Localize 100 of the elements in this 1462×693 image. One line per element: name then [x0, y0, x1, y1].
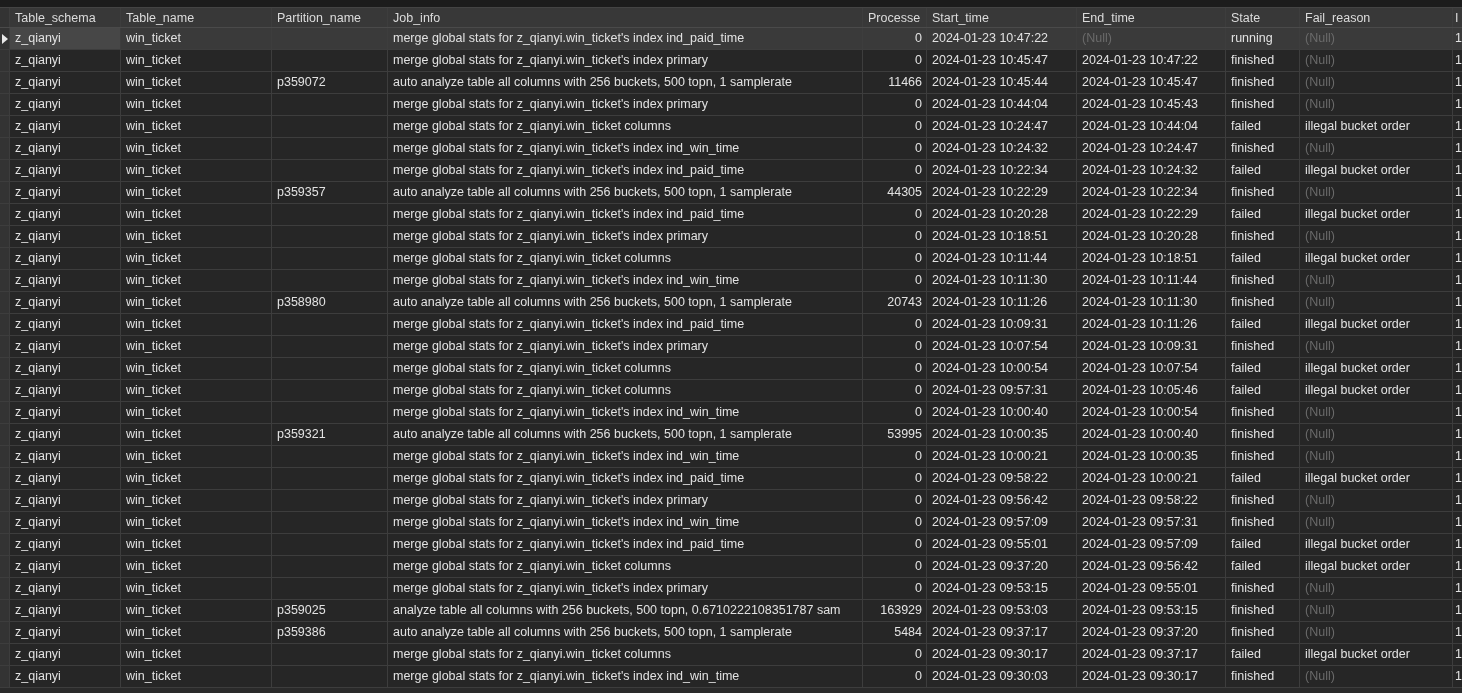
row-header[interactable] — [0, 28, 10, 49]
table-row[interactable]: z_qianyi win_ticket merge global stats for z_qianyi.win_ticket columns 0 2024-01-23 10:24:47 2024-01-23 10:44:04 failed illegal bucket order 1 — [0, 116, 1462, 138]
table-cell: 2024-01-23 09:57:09 — [927, 512, 1077, 533]
table-cell: win_ticket — [121, 116, 272, 137]
table-row[interactable]: z_qianyi win_ticket merge global stats for z_qianyi.win_ticket's index primary 0 2024-01-23 10:45:47 2024-01-23 10:47:22 finished (Null) 1 — [0, 50, 1462, 72]
table-row[interactable]: z_qianyi win_ticket merge global stats for z_qianyi.win_ticket's index ind_win_time 0 2024-01-23 09:30:03 2024-01-23 09:30:17 finished (Null) 1 — [0, 666, 1462, 688]
table-row[interactable]: z_qianyi win_ticket p359072 auto analyze table all columns with 256 buckets, 500 topn, 1 samplerate 11466 2024-01-23 10:45:44 2024-01-23 10:45:47 finished (Null) 1 — [0, 72, 1462, 94]
table-row[interactable]: z_qianyi win_ticket p359321 auto analyze table all columns with 256 buckets, 500 topn, 1 samplerate 53995 2024-01-23 10:00:35 2024-01-23 10:00:40 finished (Null) 1 — [0, 424, 1462, 446]
table-cell: 2024-01-23 10:44:04 — [1077, 116, 1226, 137]
column-header[interactable]: Start_time — [927, 8, 1077, 27]
table-cell: 2024-01-23 10:22:34 — [1077, 182, 1226, 203]
table-cell: 2024-01-23 10:24:32 — [1077, 160, 1226, 181]
column-header[interactable]: Fail_reason — [1300, 8, 1453, 27]
table-cell: finished — [1226, 424, 1300, 445]
table-cell: 0 — [863, 116, 927, 137]
table-row[interactable]: z_qianyi win_ticket merge global stats for z_qianyi.win_ticket's index ind_win_time 0 2024-01-23 09:57:09 2024-01-23 09:57:31 finished (Null) 1 — [0, 512, 1462, 534]
table-cell: 2024-01-23 10:00:35 — [1077, 446, 1226, 467]
table-cell: 0 — [863, 248, 927, 269]
column-header[interactable]: I — [1453, 8, 1459, 27]
table-cell: failed — [1226, 248, 1300, 269]
table-row[interactable]: z_qianyi win_ticket merge global stats for z_qianyi.win_ticket columns 0 2024-01-23 09:30:17 2024-01-23 09:37:17 failed illegal bucket order 1 — [0, 644, 1462, 666]
table-row[interactable]: z_qianyi win_ticket p358980 auto analyze table all columns with 256 buckets, 500 topn, 1 samplerate 20743 2024-01-23 10:11:26 2024-01-23 10:11:30 finished (Null) 1 — [0, 292, 1462, 314]
table-cell: (Null) — [1300, 512, 1453, 533]
table-row[interactable]: z_qianyi win_ticket merge global stats for z_qianyi.win_ticket's index ind_win_time 0 2024-01-23 10:00:21 2024-01-23 10:00:35 finished (Null) 1 — [0, 446, 1462, 468]
table-cell-text: 1 — [1454, 294, 1462, 311]
table-cell: 2024-01-23 10:05:46 — [1077, 380, 1226, 401]
table-row[interactable]: z_qianyi win_ticket merge global stats for z_qianyi.win_ticket's index ind_win_time 0 2024-01-23 10:11:30 2024-01-23 10:11:44 finished (Null) 1 — [0, 270, 1462, 292]
table-cell: 0 — [863, 358, 927, 379]
table-cell: 0 — [863, 490, 927, 511]
table-cell: 2024-01-23 10:11:44 — [927, 248, 1077, 269]
table-cell: z_qianyi — [10, 534, 121, 555]
table-row[interactable]: z_qianyi win_ticket merge global stats for z_qianyi.win_ticket columns 0 2024-01-23 10:11:44 2024-01-23 10:18:51 failed illegal bucket order 1 — [0, 248, 1462, 270]
column-header[interactable]: State — [1226, 8, 1300, 27]
table-cell-text: 1 — [1454, 668, 1462, 685]
table-cell: 0 — [863, 644, 927, 665]
table-cell: 2024-01-23 10:45:44 — [927, 72, 1077, 93]
table-cell: p358980 — [272, 292, 388, 313]
table-cell: win_ticket — [121, 446, 272, 467]
table-cell: finished — [1226, 226, 1300, 247]
table-cell: (Null) — [1300, 578, 1453, 599]
column-header[interactable]: Table_name — [121, 8, 272, 27]
column-header[interactable]: Job_info — [388, 8, 863, 27]
table-cell-text: 1 — [1454, 448, 1462, 465]
table-row[interactable]: z_qianyi win_ticket merge global stats for z_qianyi.win_ticket's index ind_win_time 0 2024-01-23 10:00:40 2024-01-23 10:00:54 finished (Null) 1 — [0, 402, 1462, 424]
table-row[interactable]: z_qianyi win_ticket merge global stats for z_qianyi.win_ticket columns 0 2024-01-23 10:00:54 2024-01-23 10:07:54 failed illegal bucket order 1 — [0, 358, 1462, 380]
table-cell: failed — [1226, 314, 1300, 335]
table-cell: merge global stats for z_qianyi.win_ticket's index ind_paid_time — [388, 314, 863, 335]
table-row[interactable]: z_qianyi win_ticket merge global stats for z_qianyi.win_ticket's index primary 0 2024-01-23 10:07:54 2024-01-23 10:09:31 finished (Null) 1 — [0, 336, 1462, 358]
table-cell: failed — [1226, 534, 1300, 555]
table-cell: finished — [1226, 138, 1300, 159]
table-cell: illegal bucket order — [1300, 160, 1453, 181]
table-row[interactable]: z_qianyi win_ticket merge global stats for z_qianyi.win_ticket columns 0 2024-01-23 09:57:31 2024-01-23 10:05:46 failed illegal bucket order 1 — [0, 380, 1462, 402]
table-cell-text: 1 — [1454, 30, 1462, 47]
table-cell: z_qianyi — [10, 600, 121, 621]
table-row[interactable]: z_qianyi win_ticket merge global stats for z_qianyi.win_ticket's index ind_paid_time 0 2024-01-23 10:22:34 2024-01-23 10:24:32 failed illegal bucket order 1 — [0, 160, 1462, 182]
table-cell: 0 — [863, 666, 927, 687]
table-cell: illegal bucket order — [1300, 248, 1453, 269]
table-row[interactable]: z_qianyi win_ticket merge global stats for z_qianyi.win_ticket's index primary 0 2024-01-23 09:56:42 2024-01-23 09:58:22 finished (Null) 1 — [0, 490, 1462, 512]
table-cell: (Null) — [1300, 622, 1453, 643]
table-cell: finished — [1226, 622, 1300, 643]
table-row[interactable]: z_qianyi win_ticket p359357 auto analyze table all columns with 256 buckets, 500 topn, 1 samplerate 44305 2024-01-23 10:22:29 2024-01-23 10:22:34 finished (Null) 1 — [0, 182, 1462, 204]
table-cell: win_ticket — [121, 94, 272, 115]
table-cell: (Null) — [1300, 336, 1453, 357]
table-cell: 11466 — [863, 72, 927, 93]
table-cell: z_qianyi — [10, 116, 121, 137]
table-row[interactable]: z_qianyi win_ticket merge global stats for z_qianyi.win_ticket's index primary 0 2024-01-23 09:53:15 2024-01-23 09:55:01 finished (Null) 1 — [0, 578, 1462, 600]
table-cell: 0 — [863, 28, 927, 49]
table-cell: merge global stats for z_qianyi.win_ticket's index primary — [388, 50, 863, 71]
table-cell: 2024-01-23 10:11:44 — [1077, 270, 1226, 291]
table-row[interactable]: z_qianyi win_ticket merge global stats for z_qianyi.win_ticket's index primary 0 2024-01-23 10:18:51 2024-01-23 10:20:28 finished (Null) 1 — [0, 226, 1462, 248]
table-row[interactable]: z_qianyi win_ticket merge global stats for z_qianyi.win_ticket's index ind_paid_time 0 2024-01-23 09:55:01 2024-01-23 09:57:09 failed illegal bucket order 1 — [0, 534, 1462, 556]
column-header[interactable]: Table_schema — [10, 8, 121, 27]
table-cell: win_ticket — [121, 336, 272, 357]
table-row[interactable]: z_qianyi win_ticket merge global stats for z_qianyi.win_ticket's index ind_win_time 0 2024-01-23 10:24:32 2024-01-23 10:24:47 finished (Null) 1 — [0, 138, 1462, 160]
table-cell-text: 1 — [1454, 360, 1462, 377]
table-cell: merge global stats for z_qianyi.win_ticket columns — [388, 116, 863, 137]
table-cell-text: 1 — [1454, 426, 1462, 443]
table-row[interactable]: z_qianyi win_ticket p359025 analyze table all columns with 256 buckets, 500 topn, 0.6710222108351787 sam 163929 2024-01-23 09:53:03 2024-01-23 09:53:15 finished (Null) 1 — [0, 600, 1462, 622]
table-cell: 2024-01-23 10:22:34 — [927, 160, 1077, 181]
table-cell-text: 1 — [1454, 514, 1462, 531]
column-header[interactable]: Processe — [863, 8, 927, 27]
table-cell: win_ticket — [121, 380, 272, 401]
table-row[interactable]: z_qianyi win_ticket merge global stats for z_qianyi.win_ticket's index primary 0 2024-01-23 10:44:04 2024-01-23 10:45:43 finished (Null) 1 — [0, 94, 1462, 116]
table-cell: win_ticket — [121, 644, 272, 665]
table-cell: failed — [1226, 644, 1300, 665]
table-cell: 2024-01-23 10:09:31 — [927, 314, 1077, 335]
table-cell: (Null) — [1300, 292, 1453, 313]
table-cell: 2024-01-23 09:57:31 — [927, 380, 1077, 401]
table-row[interactable]: z_qianyi win_ticket merge global stats for z_qianyi.win_ticket columns 0 2024-01-23 09:37:20 2024-01-23 09:56:42 failed illegal bucket order 1 — [0, 556, 1462, 578]
table-cell: z_qianyi — [10, 50, 121, 71]
table-row[interactable]: z_qianyi win_ticket p359386 auto analyze table all columns with 256 buckets, 500 topn, 1 samplerate 5484 2024-01-23 09:37:17 2024-01-23 09:37:20 finished (Null) 1 — [0, 622, 1462, 644]
column-header[interactable]: End_time — [1077, 8, 1226, 27]
table-cell: 2024-01-23 09:37:20 — [927, 556, 1077, 577]
column-header[interactable]: Partition_name — [272, 8, 388, 27]
table-cell: win_ticket — [121, 424, 272, 445]
table-row[interactable]: z_qianyi win_ticket merge global stats for z_qianyi.win_ticket's index ind_paid_time 0 2024-01-23 10:09:31 2024-01-23 10:11:26 failed illegal bucket order 1 — [0, 314, 1462, 336]
table-cell: win_ticket — [121, 468, 272, 489]
table-row[interactable]: z_qianyi win_ticket merge global stats for z_qianyi.win_ticket's index ind_paid_time 0 2024-01-23 10:20:28 2024-01-23 10:22:29 failed illegal bucket order 1 — [0, 204, 1462, 226]
table-cell: illegal bucket order — [1300, 314, 1453, 335]
table-row[interactable]: z_qianyi win_ticket merge global stats for z_qianyi.win_ticket's index ind_paid_time 0 2024-01-23 09:58:22 2024-01-23 10:00:21 failed illegal bucket order 1 — [0, 468, 1462, 490]
